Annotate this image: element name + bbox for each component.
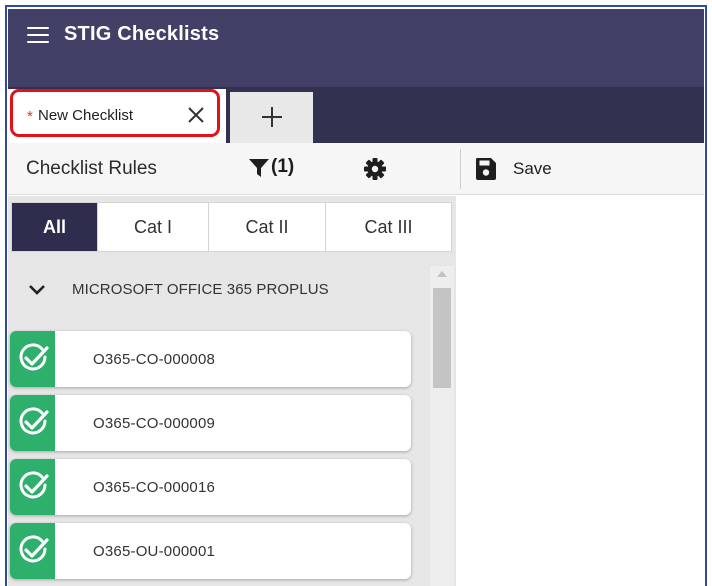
status-indicator — [10, 331, 55, 387]
category-tabs: All Cat I Cat II Cat III — [11, 202, 452, 252]
status-indicator — [10, 459, 55, 515]
rules-panel: All Cat I Cat II Cat III MICROSOFT OFFIC… — [8, 196, 456, 586]
chevron-down-icon — [29, 285, 45, 295]
save-label: Save — [513, 159, 552, 178]
rule-detail-pane — [456, 196, 704, 586]
gear-icon[interactable] — [362, 156, 388, 182]
add-tab-button[interactable] — [230, 92, 313, 143]
tab-cat-iii[interactable]: Cat III — [326, 203, 451, 251]
app-header: STIG Checklists — [8, 9, 704, 89]
rule-id: O365-CO-000016 — [93, 479, 216, 496]
rule-list-scrollbar[interactable] — [430, 266, 454, 586]
plus-icon — [262, 107, 282, 127]
rule-id: O365-CO-000009 — [93, 415, 216, 432]
status-indicator — [10, 395, 55, 451]
rule-id: O365-OU-000001 — [93, 543, 216, 560]
list-item[interactable]: O365-CO-000016 — [10, 459, 411, 515]
tab-cat-ii[interactable]: Cat II — [209, 203, 326, 251]
list-item[interactable]: O365-OU-000001 — [10, 523, 411, 579]
scroll-up-arrow-icon[interactable] — [437, 271, 447, 277]
filter-icon — [249, 159, 269, 177]
group-label: MICROSOFT OFFICE 365 PROPLUS — [72, 281, 329, 298]
checklist-toolbar: Checklist Rules (1) Save — [8, 143, 704, 195]
app-title: STIG Checklists — [64, 23, 220, 45]
check-circle-icon — [19, 407, 49, 435]
check-circle-icon — [19, 535, 49, 563]
scroll-thumb[interactable] — [433, 288, 451, 388]
close-icon[interactable] — [184, 103, 208, 127]
filter-count: (1) — [271, 156, 295, 177]
toolbar-divider — [460, 149, 461, 189]
hamburger-menu-icon[interactable] — [27, 27, 49, 43]
check-circle-icon — [19, 471, 49, 499]
panel-title: Checklist Rules — [26, 158, 157, 179]
tab-all[interactable]: All — [12, 203, 98, 251]
tab-cat-i[interactable]: Cat I — [98, 203, 209, 251]
list-item[interactable]: O365-CO-000009 — [10, 395, 411, 451]
unsaved-marker: * — [27, 108, 33, 125]
tab-strip: * New Checklist — [8, 87, 704, 143]
tab-new-checklist[interactable]: * New Checklist — [8, 89, 226, 143]
tab-label: New Checklist — [38, 107, 134, 124]
rule-id: O365-CO-000008 — [93, 351, 216, 368]
rule-list: O365-CO-000008 O365-CO-000009 O365-CO-00… — [10, 331, 411, 586]
app-window: STIG Checklists * New Checklist Checklis… — [0, 0, 712, 586]
floppy-disk-icon — [476, 158, 496, 180]
check-circle-icon — [19, 343, 49, 371]
list-item[interactable]: O365-CO-000008 — [10, 331, 411, 387]
status-indicator — [10, 523, 55, 579]
